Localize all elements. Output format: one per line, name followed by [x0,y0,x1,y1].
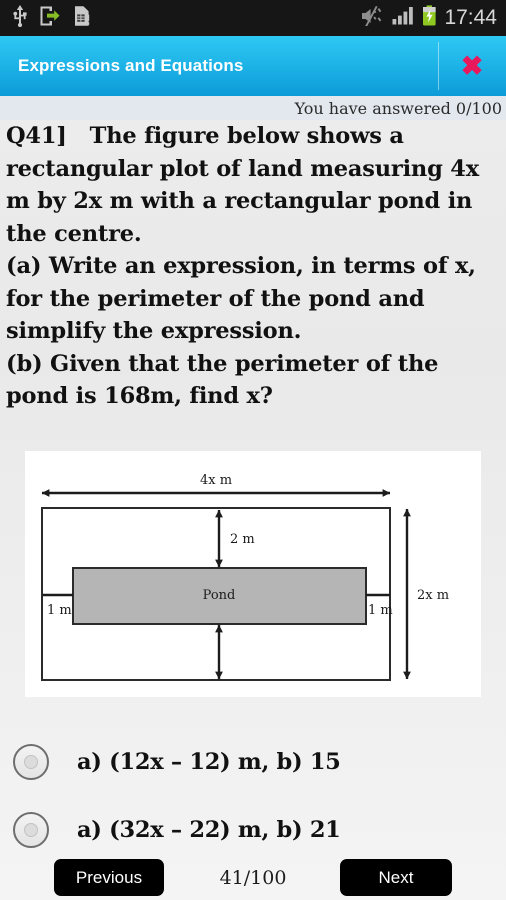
question-container: Q41] The figure below shows a rectangula… [0,120,506,413]
pond-diagram-svg: 4x m 2x m Pond 2 m 1 m 1 m [41,473,449,681]
android-status-bar: 17:44 [0,0,506,36]
answered-count-text: You have answered 0/100 [294,98,502,118]
figure-label-pond: Pond [203,588,236,603]
answer-options-list: a) (12x – 12) m, b) 15 a) (32x – 22) m, … [0,728,506,864]
question-figure: 4x m 2x m Pond 2 m 1 m 1 m [25,451,481,697]
radio-inner-dot [24,823,38,837]
figure-label-gap-top: 2 m [230,532,255,547]
status-bar-right-icons: 17:44 [361,5,506,31]
page-title: Expressions and Equations [18,56,244,75]
answer-option-2[interactable]: a) (32x – 22) m, b) 21 [0,796,506,864]
bottom-navigation-bar: Previous 41/100 Next [0,855,506,900]
status-bar-left-icons [0,4,91,32]
app-title-bar: Expressions and Equations ✖ [0,36,506,96]
next-button[interactable]: Next [340,859,452,896]
status-clock: 17:44 [444,6,497,29]
sim-card-alert-icon [70,5,91,32]
progress-bar-strip: You have answered 0/100 [0,96,506,120]
sound-muted-icon [361,5,385,31]
usb-debugging-icon [39,5,61,32]
answer-option-2-label: a) (32x – 22) m, b) 21 [77,817,341,843]
radio-inner-dot [24,755,38,769]
quiz-app-screen: 17:44 Expressions and Equations ✖ You ha… [0,0,506,900]
battery-charging-icon [422,5,437,31]
answer-option-1-label: a) (12x – 12) m, b) 15 [77,749,341,775]
question-text: Q41] The figure below shows a rectangula… [6,123,479,409]
signal-bars-icon [392,6,415,30]
figure-label-top: 4x m [200,473,232,488]
radio-button-2[interactable] [13,812,49,848]
usb-icon [10,4,30,32]
close-button[interactable]: ✖ [438,36,506,96]
figure-label-gap-left: 1 m [47,603,72,618]
figure-label-gap-right: 1 m [368,603,393,618]
figure-label-right: 2x m [417,588,449,603]
answer-option-1[interactable]: a) (12x – 12) m, b) 15 [0,728,506,796]
close-icon: ✖ [460,50,484,81]
radio-button-1[interactable] [13,744,49,780]
